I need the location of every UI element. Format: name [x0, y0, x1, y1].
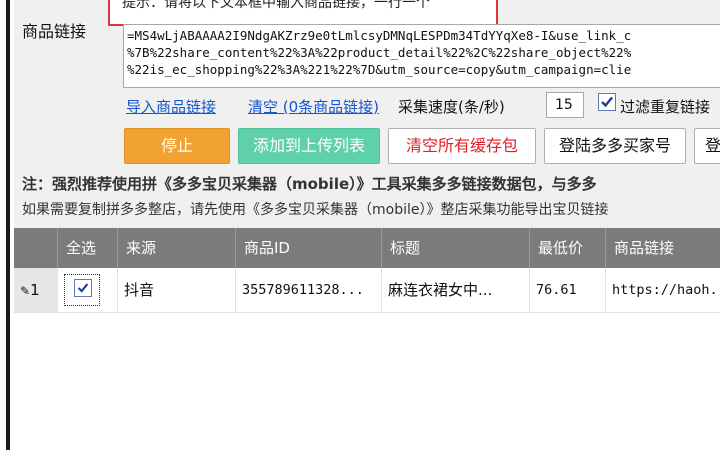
stop-button[interactable]: 停止 [124, 128, 230, 164]
col-header-product-id[interactable]: 商品ID [236, 228, 382, 268]
add-to-upload-list-button[interactable]: 添加到上传列表 [238, 128, 380, 164]
login-buyer-button[interactable]: 登陆多多买家号 [544, 128, 686, 164]
col-header-min-price[interactable]: 最低价 [530, 228, 606, 268]
checkmark-icon [601, 96, 613, 108]
speed-label: 采集速度(条/秒) [398, 98, 505, 116]
hint-text: 提示：请将以下文本框中输入商品链接，一行一个 [122, 0, 430, 11]
col-header-title[interactable]: 标题 [382, 228, 530, 268]
window-border [6, 0, 10, 450]
checkbox-frame [598, 93, 616, 111]
row-edit-icon: ✎ [20, 284, 31, 298]
row-index-cell: ✎1 [14, 268, 58, 312]
row-min-price: 76.61 [530, 268, 606, 312]
clear-links-link[interactable]: 清空 (0条商品链接) [248, 96, 379, 117]
speed-input[interactable]: 15 [546, 92, 584, 118]
hint-box: 提示：请将以下文本框中输入商品链接，一行一个 [108, 0, 498, 26]
clear-cache-button[interactable]: 清空所有缓存包 [388, 128, 536, 164]
shop-copy-note: 如果需要复制拼多多整店，请先使用《多多宝贝采集器（mobile）》整店采集功能导… [22, 202, 609, 218]
checkmark-icon [77, 283, 89, 293]
col-header-product-link[interactable]: 商品链接 [606, 228, 720, 268]
table-header: 全选 来源 商品ID 标题 最低价 商品链接 [14, 228, 720, 268]
col-header-source[interactable]: 来源 [118, 228, 236, 268]
col-header-select-all[interactable]: 全选 [58, 228, 118, 268]
product-link-label: 商品链接 [22, 22, 87, 41]
row-select-cell[interactable] [58, 268, 118, 312]
row-source: 抖音 [118, 268, 236, 312]
window-left-edge [0, 0, 14, 450]
filter-duplicates-label: 过滤重复链接 [620, 98, 711, 116]
import-links-link[interactable]: 导入商品链接 [126, 96, 216, 117]
product-link-textarea[interactable]: =MS4wLjABAAAA2I9NdgAKZrz9e0tLmlcsyDMNqLE… [123, 24, 720, 88]
row-index: 1 [30, 281, 40, 299]
row-title: 麻连衣裙女中... [382, 268, 530, 312]
product-table: 全选 来源 商品ID 标题 最低价 商品链接 ✎1 抖音 35578961132… [14, 228, 720, 450]
row-product-id: 355789611328... [236, 268, 382, 312]
recommendation-note: 注：强烈推荐使用拼《多多宝贝采集器（mobile）》工具采集多多链接数据包，与多… [22, 175, 597, 193]
more-button[interactable]: 登 [694, 128, 720, 164]
row-checkbox[interactable] [74, 279, 92, 297]
filter-duplicates-checkbox[interactable] [598, 93, 616, 111]
table-row[interactable]: ✎1 抖音 355789611328... 麻连衣裙女中... 76.61 ht… [14, 268, 720, 313]
row-product-link[interactable]: https://haoh... [606, 268, 720, 312]
col-header-index [14, 228, 58, 268]
